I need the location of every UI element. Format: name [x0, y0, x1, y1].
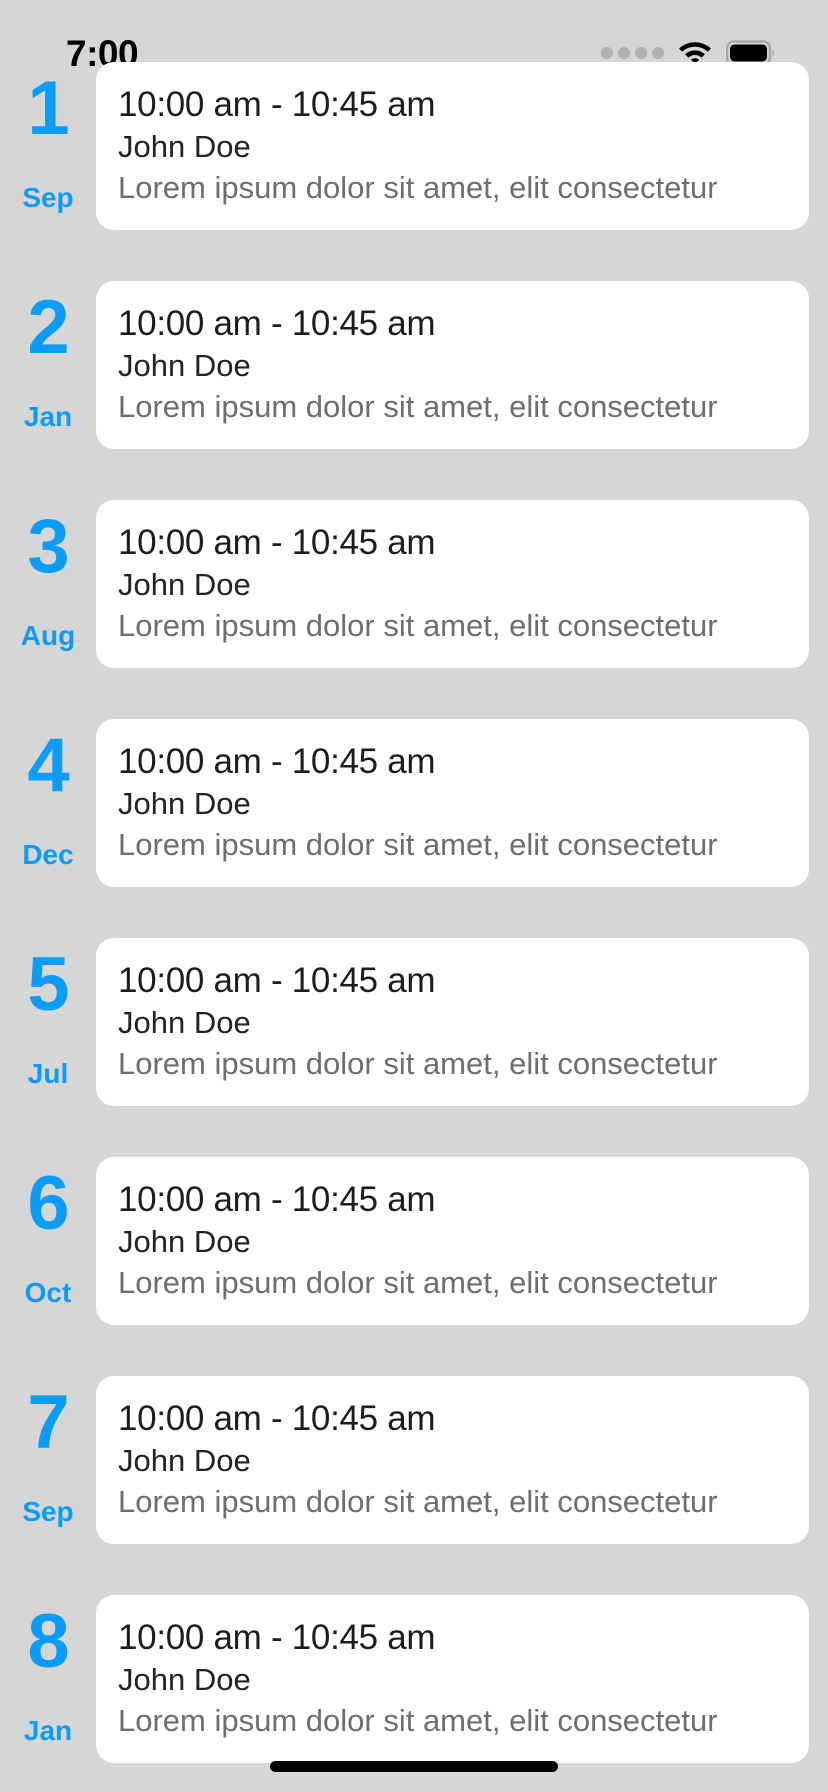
date-column: 2 Jan	[0, 281, 96, 433]
date-day: 6	[27, 1161, 69, 1246]
date-column: 3 Aug	[0, 500, 96, 652]
date-day: 5	[27, 942, 69, 1027]
date-month: Aug	[20, 620, 76, 651]
event-card[interactable]: 10:00 am - 10:45 am John Doe Lorem ipsum…	[96, 1157, 809, 1326]
event-card[interactable]: 10:00 am - 10:45 am John Doe Lorem ipsum…	[96, 1376, 809, 1545]
event-person: John Doe	[118, 1661, 251, 1697]
event-person: John Doe	[118, 1442, 251, 1478]
event-description: Lorem ipsum dolor sit amet, elit consect…	[118, 1703, 718, 1739]
date-column: 6 Oct	[0, 1157, 96, 1309]
date-month: Jan	[23, 401, 73, 432]
event-description: Lorem ipsum dolor sit amet, elit consect…	[118, 1484, 718, 1520]
event-card[interactable]: 10:00 am - 10:45 am John Doe Lorem ipsum…	[96, 500, 809, 669]
date-day: 2	[27, 285, 69, 370]
event-time: 10:00 am - 10:45 am	[118, 304, 436, 343]
event-person: John Doe	[118, 347, 251, 383]
date-day: 3	[27, 504, 69, 589]
event-time: 10:00 am - 10:45 am	[118, 742, 436, 781]
date-month: Jul	[27, 1058, 69, 1089]
date-day: 7	[27, 1380, 69, 1465]
event-description: Lorem ipsum dolor sit amet, elit consect…	[118, 1046, 718, 1082]
date-month: Oct	[24, 1277, 72, 1308]
agenda-row[interactable]: 6 Oct 10:00 am - 10:45 am John Doe Lorem…	[0, 1157, 828, 1376]
date-day: 4	[27, 723, 69, 808]
event-time: 10:00 am - 10:45 am	[118, 1618, 436, 1657]
event-person: John Doe	[118, 128, 251, 164]
event-card[interactable]: 10:00 am - 10:45 am John Doe Lorem ipsum…	[96, 938, 809, 1107]
date-month: Dec	[22, 839, 74, 870]
date-column: 7 Sep	[0, 1376, 96, 1528]
date-month: Sep	[22, 182, 74, 213]
date-column: 8 Jan	[0, 1595, 96, 1747]
event-person: John Doe	[118, 785, 251, 821]
phone-screen: 7:00 1 Sep 10:00 am - 10:45 am John Doe …	[0, 0, 828, 1792]
event-card[interactable]: 10:00 am - 10:45 am John Doe Lorem ipsum…	[96, 1595, 809, 1764]
event-description: Lorem ipsum dolor sit amet, elit consect…	[118, 827, 718, 863]
event-card[interactable]: 10:00 am - 10:45 am John Doe Lorem ipsum…	[96, 719, 809, 888]
event-time: 10:00 am - 10:45 am	[118, 1399, 436, 1438]
date-month: Jan	[23, 1715, 73, 1746]
event-person: John Doe	[118, 1223, 251, 1259]
event-description: Lorem ipsum dolor sit amet, elit consect…	[118, 389, 718, 425]
event-person: John Doe	[118, 566, 251, 602]
agenda-row[interactable]: 4 Dec 10:00 am - 10:45 am John Doe Lorem…	[0, 719, 828, 938]
event-time: 10:00 am - 10:45 am	[118, 1180, 436, 1219]
event-description: Lorem ipsum dolor sit amet, elit consect…	[118, 608, 718, 644]
signal-dots-icon	[601, 46, 664, 60]
event-description: Lorem ipsum dolor sit amet, elit consect…	[118, 170, 718, 206]
agenda-row[interactable]: 2 Jan 10:00 am - 10:45 am John Doe Lorem…	[0, 281, 828, 500]
home-indicator[interactable]	[270, 1761, 558, 1772]
agenda-row[interactable]: 1 Sep 10:00 am - 10:45 am John Doe Lorem…	[0, 62, 828, 281]
date-month: Sep	[22, 1496, 74, 1527]
agenda-row[interactable]: 7 Sep 10:00 am - 10:45 am John Doe Lorem…	[0, 1376, 828, 1595]
agenda-list[interactable]: 1 Sep 10:00 am - 10:45 am John Doe Lorem…	[0, 62, 828, 1792]
event-time: 10:00 am - 10:45 am	[118, 523, 436, 562]
date-day: 8	[27, 1599, 69, 1684]
event-person: John Doe	[118, 1004, 251, 1040]
event-time: 10:00 am - 10:45 am	[118, 85, 436, 124]
event-card[interactable]: 10:00 am - 10:45 am John Doe Lorem ipsum…	[96, 62, 809, 231]
agenda-row[interactable]: 5 Jul 10:00 am - 10:45 am John Doe Lorem…	[0, 938, 828, 1157]
event-time: 10:00 am - 10:45 am	[118, 961, 436, 1000]
agenda-row[interactable]: 3 Aug 10:00 am - 10:45 am John Doe Lorem…	[0, 500, 828, 719]
event-description: Lorem ipsum dolor sit amet, elit consect…	[118, 1265, 718, 1301]
date-column: 5 Jul	[0, 938, 96, 1090]
date-day: 1	[27, 66, 69, 151]
event-card[interactable]: 10:00 am - 10:45 am John Doe Lorem ipsum…	[96, 281, 809, 450]
date-column: 1 Sep	[0, 62, 96, 214]
date-column: 4 Dec	[0, 719, 96, 871]
